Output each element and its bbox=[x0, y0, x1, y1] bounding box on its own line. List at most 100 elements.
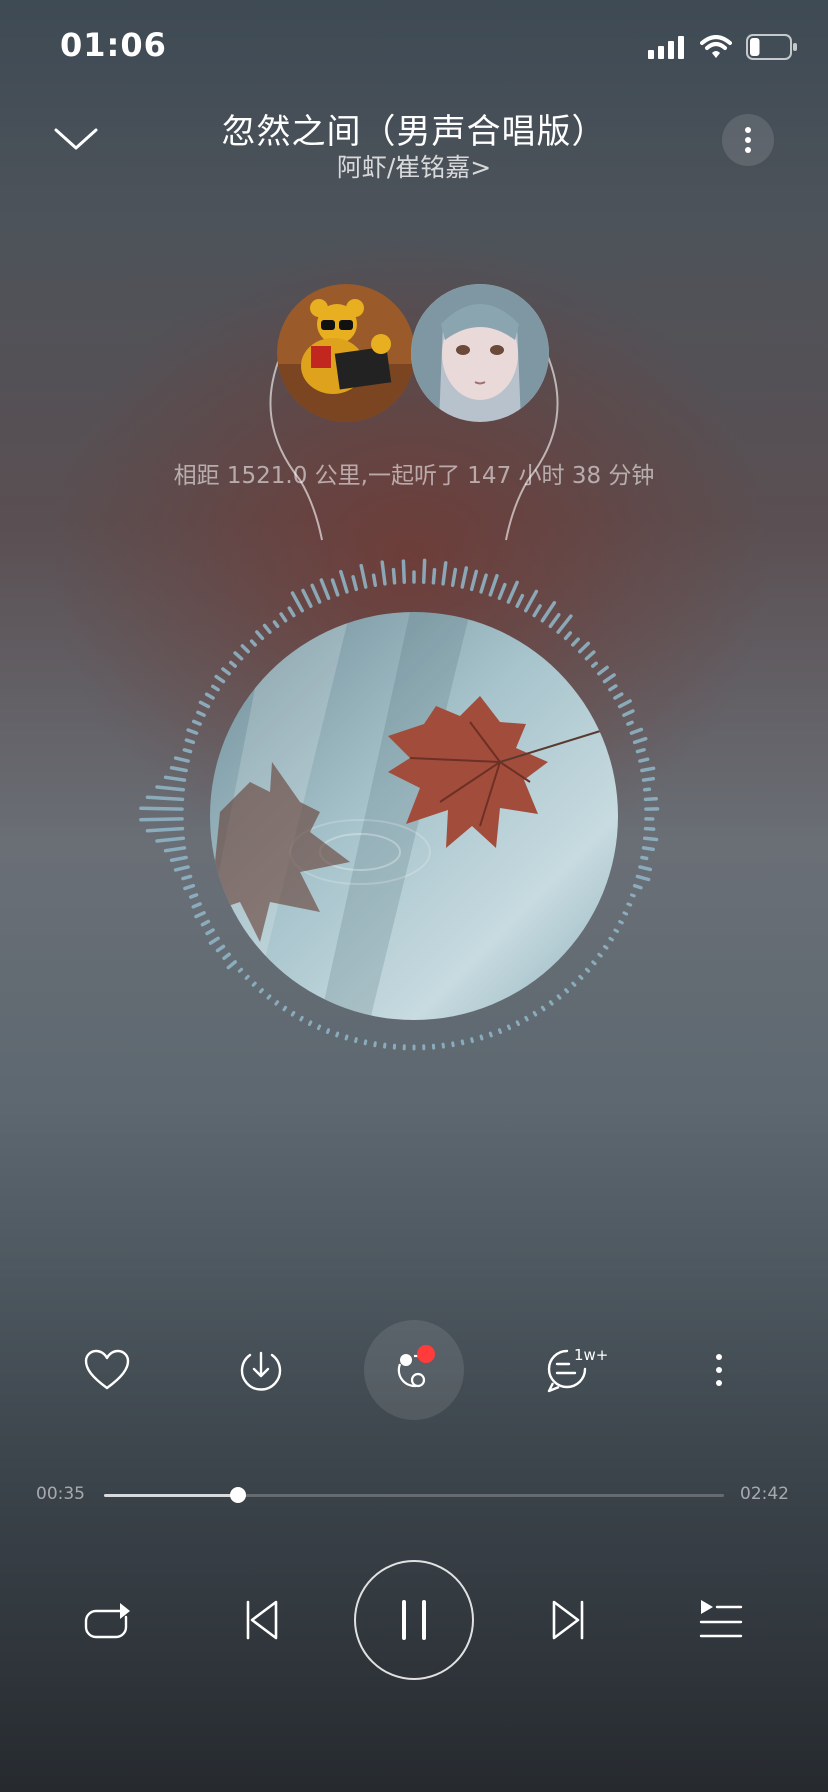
visualizer-bar bbox=[608, 936, 614, 942]
visualizer-bar bbox=[200, 919, 211, 927]
visualizer-bar bbox=[363, 1039, 368, 1046]
visualizer-bar bbox=[205, 928, 215, 936]
visualizer-bar bbox=[208, 936, 220, 945]
visualizer-bar bbox=[262, 623, 272, 634]
visualizer-bar bbox=[272, 620, 280, 629]
visualizer-bar bbox=[441, 561, 448, 586]
visualizer-bar bbox=[591, 661, 598, 668]
visualizer-bar bbox=[524, 1015, 529, 1022]
visualizer-bar bbox=[211, 684, 220, 692]
maple-leaf-on-water-artwork bbox=[210, 612, 618, 1020]
visualizer-bar bbox=[139, 817, 184, 822]
visualizer-bar bbox=[215, 944, 226, 953]
download-button[interactable] bbox=[211, 1320, 311, 1420]
visualizer-bar bbox=[548, 1000, 554, 1006]
visualizer-bar bbox=[626, 720, 634, 726]
user-avatar-left[interactable] bbox=[277, 284, 415, 422]
visualizer-bar bbox=[339, 569, 349, 594]
visualizer-bar bbox=[354, 1037, 358, 1044]
visualizer-bar bbox=[626, 902, 633, 907]
visualizer-bar bbox=[635, 747, 646, 754]
visualizer-bar bbox=[191, 902, 202, 909]
playlist-icon bbox=[699, 1600, 743, 1638]
visualizer-bar bbox=[638, 865, 653, 872]
visualizer-bar bbox=[255, 630, 265, 641]
visualizer-bar bbox=[335, 1031, 340, 1038]
visualizer-bar bbox=[532, 1010, 538, 1017]
visualizer-bar bbox=[632, 883, 643, 890]
visualizer-bar bbox=[155, 785, 186, 792]
visualizer-bar bbox=[299, 1015, 304, 1022]
visualizer-bar bbox=[249, 639, 257, 647]
visualizer-bar bbox=[316, 1024, 322, 1031]
album-cover[interactable] bbox=[210, 612, 618, 1020]
visualizer-bar bbox=[233, 651, 244, 661]
comment-count-badge: 1w+ bbox=[574, 1346, 609, 1364]
visualizer-bar bbox=[497, 1028, 503, 1034]
visualizer-bar bbox=[597, 665, 609, 676]
visualizer-bar bbox=[622, 911, 629, 916]
visualizer-bar bbox=[290, 591, 304, 613]
visualizer-bar bbox=[279, 612, 288, 623]
playlist-button[interactable] bbox=[690, 1590, 752, 1650]
visualizer-bar bbox=[184, 738, 196, 745]
total-duration: 02:42 bbox=[740, 1484, 789, 1504]
visualizer-bar bbox=[274, 1000, 280, 1006]
visualizer-bar bbox=[608, 684, 618, 692]
visualizer-bar bbox=[591, 960, 597, 966]
visualizer-bar bbox=[470, 1037, 474, 1044]
visualizer-bar bbox=[344, 1034, 349, 1041]
visualizer-bar bbox=[237, 967, 244, 973]
visualizer-bar bbox=[640, 766, 656, 773]
visualizer-bar bbox=[578, 641, 590, 654]
comments-button[interactable] bbox=[517, 1320, 617, 1420]
music-player-screen: 01:06 忽然之间（男声合唱版） 阿虾/崔铭嘉> 相距 1521.0 公里,一… bbox=[0, 0, 828, 1792]
visualizer-bar bbox=[181, 874, 193, 881]
visualizer-bar bbox=[351, 575, 359, 592]
visualizer-bar bbox=[251, 981, 257, 987]
visualizer-bar bbox=[506, 580, 519, 604]
listen-together-stats: 相距 1521.0 公里,一起听了 147 小时 38 分钟 bbox=[173, 463, 655, 489]
progress-handle[interactable] bbox=[229, 1487, 246, 1503]
anime-girl-avatar bbox=[411, 284, 549, 422]
listen-together-button[interactable] bbox=[364, 1320, 464, 1420]
visualizer-bar bbox=[221, 667, 231, 676]
visualizer-bar bbox=[515, 593, 525, 608]
visualizer-bar bbox=[488, 1031, 493, 1038]
visualizer-bar bbox=[641, 776, 655, 782]
visualizer-bar bbox=[145, 826, 185, 833]
visualizer-bar bbox=[469, 569, 479, 592]
skip-next-icon bbox=[552, 1600, 584, 1640]
heart-icon bbox=[84, 1349, 130, 1390]
visualizer-bar bbox=[163, 846, 187, 853]
visualizer-bar bbox=[196, 710, 206, 717]
more-actions-button[interactable] bbox=[669, 1320, 769, 1420]
visualizer-bar bbox=[479, 573, 488, 594]
visualizer-bar bbox=[584, 650, 596, 661]
visualizer-bar bbox=[617, 699, 632, 709]
play-pause-button[interactable] bbox=[354, 1560, 474, 1680]
visualizer-bar bbox=[173, 865, 190, 872]
visualizer-bar bbox=[301, 588, 313, 608]
progress-slider[interactable] bbox=[104, 1487, 724, 1503]
notification-dot bbox=[417, 1345, 435, 1363]
previous-track-button[interactable] bbox=[232, 1588, 292, 1652]
visualizer-bar bbox=[330, 578, 340, 597]
visualizer-bar bbox=[421, 558, 427, 584]
visualizer-bar bbox=[563, 631, 573, 641]
visualizer-bar bbox=[431, 568, 437, 585]
repeat-mode-button[interactable] bbox=[76, 1590, 140, 1650]
winnie-the-pooh-avatar bbox=[277, 284, 415, 422]
visualizer-bar bbox=[578, 974, 584, 980]
visualizer-bar bbox=[629, 727, 644, 735]
visualizer-bar bbox=[204, 692, 215, 700]
next-track-button[interactable] bbox=[538, 1588, 598, 1652]
like-button[interactable] bbox=[57, 1320, 157, 1420]
visualizer-bar bbox=[163, 775, 187, 782]
user-avatar-right[interactable] bbox=[411, 284, 549, 422]
visualizer-bar bbox=[198, 700, 211, 709]
visualizer-bar bbox=[308, 1020, 313, 1026]
current-time: 00:35 bbox=[36, 1484, 85, 1504]
more-vertical-icon bbox=[716, 1354, 722, 1386]
visualizer-bar bbox=[488, 573, 499, 597]
